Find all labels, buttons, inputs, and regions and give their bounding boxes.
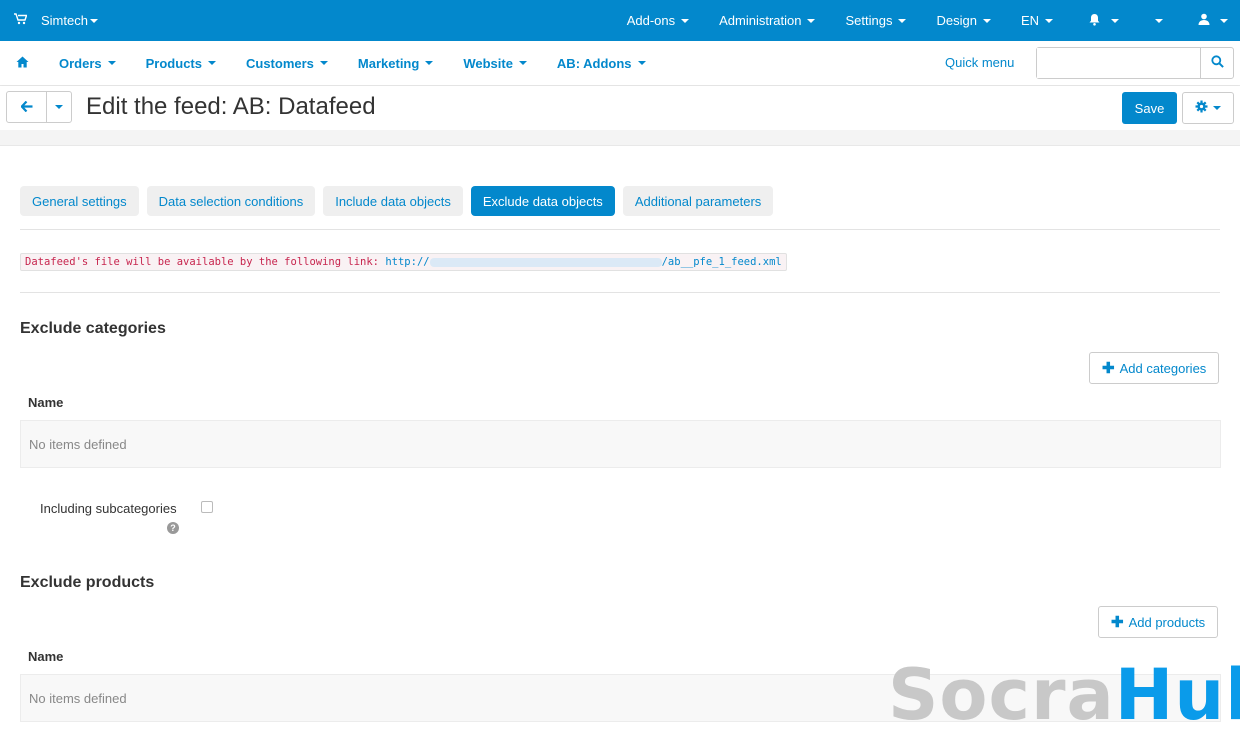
chevron-down-icon bbox=[1155, 18, 1163, 23]
tab-include-data-objects[interactable]: Include data objects bbox=[323, 186, 463, 216]
tab-general-settings[interactable]: General settings bbox=[20, 186, 139, 216]
chevron-down-icon bbox=[898, 18, 907, 23]
tab-additional-parameters[interactable]: Additional parameters bbox=[622, 186, 774, 216]
watermark-part2: Hub bbox=[1114, 654, 1240, 736]
menu-label: Design bbox=[936, 13, 977, 28]
chevron-down-icon bbox=[637, 61, 646, 65]
top-bar: Simtech Add-ons Administration Settings … bbox=[0, 0, 1240, 41]
add-categories-button[interactable]: ✚ Add categories bbox=[1089, 352, 1220, 384]
nav-label: AB: Addons bbox=[556, 55, 632, 71]
home-icon[interactable] bbox=[0, 56, 44, 71]
feed-url-start: http:// bbox=[385, 256, 430, 268]
tab-exclude-data-objects[interactable]: Exclude data objects bbox=[470, 186, 615, 216]
nav-label: Customers bbox=[245, 55, 314, 71]
nav-marketing[interactable]: Marketing bbox=[343, 56, 448, 71]
add-products-label: Add products bbox=[1128, 614, 1206, 630]
store-name: Simtech bbox=[41, 13, 88, 28]
chevron-down-icon bbox=[107, 61, 116, 65]
watermark-part1: Socra bbox=[888, 654, 1115, 736]
nav-customers[interactable]: Customers bbox=[231, 56, 343, 71]
feed-url-end: /ab__pfe_1_feed.xml bbox=[661, 256, 782, 268]
store-switcher[interactable]: Simtech bbox=[0, 13, 98, 28]
exclude-categories-heading: Exclude categories bbox=[20, 320, 166, 337]
chevron-down-icon bbox=[55, 105, 63, 109]
back-button[interactable] bbox=[7, 92, 47, 122]
settings-dropdown-button[interactable] bbox=[1182, 92, 1234, 124]
nav-orders[interactable]: Orders bbox=[44, 56, 131, 71]
nav-label: Marketing bbox=[357, 55, 420, 71]
menu-administration[interactable]: Administration bbox=[704, 0, 830, 41]
redacted-url bbox=[429, 257, 662, 267]
save-button[interactable]: Save bbox=[1122, 92, 1177, 124]
chevron-down-icon bbox=[319, 61, 328, 65]
including-subcategories-label: Including subcategories bbox=[40, 501, 177, 516]
header-separator bbox=[0, 130, 1240, 146]
categories-empty-state: No items defined bbox=[20, 420, 1221, 468]
nav-ab-addons[interactable]: AB: Addons bbox=[542, 56, 661, 71]
search-button[interactable] bbox=[1200, 48, 1233, 78]
nav-label: Products bbox=[145, 55, 202, 71]
chevron-down-icon bbox=[807, 18, 816, 23]
chevron-down-icon bbox=[1213, 106, 1221, 110]
chevron-down-icon bbox=[518, 61, 527, 65]
chevron-down-icon bbox=[89, 18, 98, 23]
divider bbox=[20, 229, 1220, 230]
chevron-down-icon bbox=[982, 18, 991, 23]
menu-label: Settings bbox=[845, 13, 893, 28]
chevron-down-icon bbox=[425, 61, 434, 65]
menu-settings[interactable]: Settings bbox=[830, 0, 921, 41]
add-categories-label: Add categories bbox=[1119, 360, 1207, 376]
feed-link-prefix: Datafeed's file will be available by the… bbox=[25, 256, 380, 268]
products-name-header: Name bbox=[28, 649, 64, 664]
nav-products[interactable]: Products bbox=[131, 56, 231, 71]
including-subcategories-checkbox[interactable] bbox=[201, 501, 213, 513]
watermark-logo: SocraHub bbox=[888, 655, 1240, 735]
nav-label: Website bbox=[463, 55, 513, 71]
chevron-down-icon bbox=[207, 61, 216, 65]
chevron-down-icon bbox=[1220, 18, 1228, 23]
plus-icon: ✚ bbox=[1111, 614, 1124, 631]
title-bar: Edit the feed: AB: Datafeed Save bbox=[0, 86, 1240, 130]
menu-label: Administration bbox=[719, 13, 802, 28]
chevron-down-icon bbox=[1045, 18, 1053, 23]
back-button-group bbox=[6, 91, 72, 123]
extra-menu[interactable] bbox=[1134, 0, 1178, 41]
user-icon bbox=[1198, 13, 1210, 28]
menu-language[interactable]: EN bbox=[1006, 0, 1068, 41]
menu-label: EN bbox=[1020, 13, 1039, 28]
chevron-down-icon bbox=[681, 18, 690, 23]
nav-label: Orders bbox=[59, 55, 102, 71]
exclude-products-heading: Exclude products bbox=[20, 574, 155, 591]
tab-data-selection-conditions[interactable]: Data selection conditions bbox=[146, 186, 316, 216]
arrow-left-icon bbox=[19, 100, 33, 115]
search-input[interactable] bbox=[1037, 48, 1201, 78]
menu-label: Add-ons bbox=[626, 13, 676, 28]
menu-design[interactable]: Design bbox=[921, 0, 1005, 41]
add-products-button[interactable]: ✚ Add products bbox=[1098, 606, 1219, 638]
divider bbox=[20, 292, 1220, 293]
help-icon[interactable]: ? bbox=[167, 522, 179, 534]
plus-icon: ✚ bbox=[1102, 360, 1115, 377]
categories-name-header: Name bbox=[28, 395, 64, 410]
history-dropdown[interactable] bbox=[47, 92, 71, 122]
cart-icon bbox=[14, 13, 28, 28]
user-menu[interactable] bbox=[1178, 0, 1240, 41]
main-nav: Orders Products Customers Marketing Webs… bbox=[0, 41, 1240, 86]
tab-bar: General settings Data selection conditio… bbox=[20, 186, 781, 216]
search-box bbox=[1036, 47, 1234, 79]
search-icon bbox=[1210, 55, 1224, 71]
gear-icon bbox=[1195, 100, 1208, 116]
feed-link-notice: Datafeed's file will be available by the… bbox=[20, 253, 787, 271]
chevron-down-icon bbox=[1111, 18, 1119, 23]
quick-menu-link[interactable]: Quick menu bbox=[945, 55, 1014, 70]
notifications-menu[interactable] bbox=[1068, 0, 1134, 41]
menu-addons[interactable]: Add-ons bbox=[612, 0, 704, 41]
page-title: Edit the feed: AB: Datafeed bbox=[86, 93, 376, 120]
nav-website[interactable]: Website bbox=[448, 56, 542, 71]
bell-icon bbox=[1088, 13, 1101, 29]
